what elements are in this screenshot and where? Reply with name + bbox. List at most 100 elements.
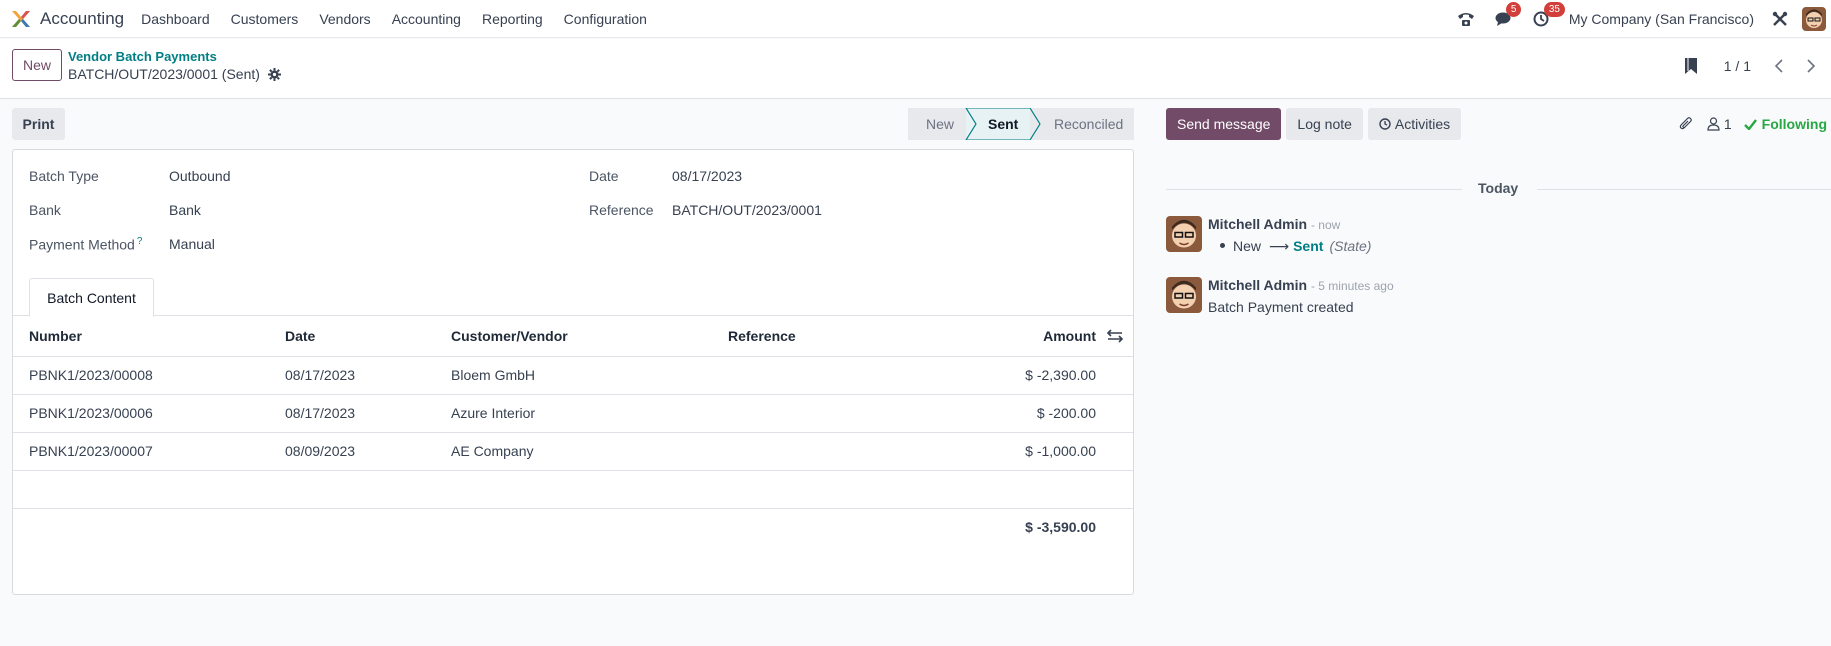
new-record-button[interactable]: New <box>12 49 62 81</box>
menu-vendors[interactable]: Vendors <box>319 11 370 27</box>
print-button[interactable]: Print <box>12 108 65 140</box>
optional-columns-icon[interactable] <box>1106 329 1124 346</box>
activities-badge: 35 <box>1543 2 1565 17</box>
activities-clock-icon[interactable]: 35 <box>1533 2 1565 27</box>
message-body: Batch Payment created <box>1208 299 1354 315</box>
column-header-reference[interactable]: Reference <box>712 316 912 356</box>
following-button[interactable]: Following <box>1743 116 1827 132</box>
pager-previous-button[interactable] <box>1765 53 1793 79</box>
date-value[interactable]: 08/17/2023 <box>672 168 742 184</box>
bank-value[interactable]: Bank <box>169 202 201 218</box>
stage-new[interactable]: New <box>908 108 966 140</box>
pager: 1 / 1 <box>1684 53 1831 79</box>
activities-button[interactable]: Activities <box>1367 108 1462 140</box>
tracking-new-value: Sent <box>1293 238 1324 254</box>
chevron-left-icon <box>1774 59 1783 73</box>
app-title: Accounting <box>40 8 125 28</box>
message-author[interactable]: Mitchell Admin - now <box>1208 216 1340 232</box>
cell-date: 08/09/2023 <box>269 431 435 470</box>
cell-amount: $ -1,000.00 <box>912 431 1133 470</box>
author-name: Mitchell Admin <box>1208 216 1308 232</box>
cell-reference <box>712 431 912 470</box>
arrow-right-icon: ⟶ <box>1269 238 1290 254</box>
cell-partner: AE Company <box>435 431 712 470</box>
send-message-button[interactable]: Send message <box>1166 108 1282 140</box>
menu-reporting[interactable]: Reporting <box>482 11 543 27</box>
menu-dashboard[interactable]: Dashboard <box>141 11 210 27</box>
main-menu: Dashboard Customers Vendors Accounting R… <box>141 11 668 27</box>
app-logo-icon <box>12 10 30 27</box>
form-statusbar: Print New Sent Reconciled <box>12 108 1134 140</box>
chatter-message: Mitchell Admin - now New ⟶ Sent (State) <box>1166 216 1766 256</box>
tracking-value: New ⟶ Sent (State) <box>1208 238 1371 255</box>
payment-method-value[interactable]: Manual <box>169 236 215 252</box>
column-header-amount[interactable]: Amount <box>912 316 1133 356</box>
reference-value[interactable]: BATCH/OUT/2023/0001 <box>672 202 822 218</box>
app-brand[interactable]: Accounting <box>10 8 124 30</box>
total-amount: $ -3,590.00 <box>912 507 1133 546</box>
phone-icon[interactable] <box>1457 11 1475 27</box>
menu-configuration[interactable]: Configuration <box>564 11 647 27</box>
payment-method-label-text: Payment Method <box>29 236 135 253</box>
help-tooltip-icon[interactable]: ? <box>137 236 143 247</box>
tracking-field-name: (State) <box>1329 238 1372 254</box>
cell-number: PBNK1/2023/00008 <box>13 355 269 394</box>
pager-next-button[interactable] <box>1797 53 1825 79</box>
reference-label: Reference <box>589 202 654 218</box>
chatter-actions: Send message Log note Activities <box>1166 108 1466 140</box>
payment-method-label: Payment Method? <box>29 236 142 253</box>
followers-count: 1 <box>1723 116 1732 132</box>
followers-button[interactable]: 1 <box>1707 116 1732 132</box>
tracking-old-value: New <box>1233 238 1262 254</box>
table-total-row: $ -3,590.00 <box>13 507 1133 546</box>
message-time: - 5 minutes ago <box>1310 279 1394 293</box>
status-stages: New Sent Reconciled <box>908 108 1134 140</box>
author-avatar[interactable] <box>1166 216 1202 252</box>
chatter-message: Mitchell Admin - 5 minutes ago Batch Pay… <box>1166 277 1766 317</box>
gear-icon[interactable] <box>267 67 281 81</box>
empty-table-row <box>13 469 1133 508</box>
column-header-number[interactable]: Number <box>13 316 269 356</box>
author-avatar[interactable] <box>1166 277 1202 313</box>
batch-lines-table: Number Date Customer/Vendor Reference Am… <box>13 316 1133 546</box>
log-note-button[interactable]: Log note <box>1286 108 1363 140</box>
clock-icon <box>1379 118 1391 130</box>
tools-icon[interactable] <box>1772 11 1788 27</box>
date-separator: Today <box>1166 180 1831 198</box>
table-row[interactable]: PBNK1/2023/00007 08/09/2023 AE Company $… <box>13 431 1133 470</box>
messages-badge: 5 <box>1505 2 1522 17</box>
user-avatar[interactable] <box>1802 7 1826 31</box>
cell-amount: $ -200.00 <box>912 393 1133 432</box>
activities-button-label: Activities <box>1394 116 1451 132</box>
bookmark-icon[interactable] <box>1684 57 1698 75</box>
batch-type-value[interactable]: Outbound <box>169 168 231 184</box>
table-row[interactable]: PBNK1/2023/00008 08/17/2023 Bloem GmbH $… <box>13 355 1133 394</box>
separator-line-left <box>1166 189 1462 190</box>
date-label: Date <box>589 168 619 184</box>
messages-icon[interactable]: 5 <box>1495 2 1522 27</box>
table-header-row: Number Date Customer/Vendor Reference Am… <box>13 316 1133 356</box>
stage-reconciled[interactable]: Reconciled <box>1030 108 1134 140</box>
company-switcher[interactable]: My Company (San Francisco) <box>1569 11 1754 27</box>
table-row[interactable]: PBNK1/2023/00006 08/17/2023 Azure Interi… <box>13 393 1133 432</box>
check-icon <box>1743 118 1757 130</box>
breadcrumb-current-label: BATCH/OUT/2023/0001 (Sent) <box>68 66 260 82</box>
top-navbar: Accounting Dashboard Customers Vendors A… <box>0 0 1831 38</box>
form-sheet: Batch Type Outbound Bank Bank Payment Me… <box>12 149 1134 595</box>
separator-label: Today <box>1478 180 1519 196</box>
chatter-topbar-right: 1 Following <box>1679 108 1831 140</box>
menu-accounting[interactable]: Accounting <box>392 11 461 27</box>
cell-number: PBNK1/2023/00006 <box>13 393 269 432</box>
column-header-date[interactable]: Date <box>269 316 435 356</box>
pager-value[interactable]: 1 / 1 <box>1724 58 1751 74</box>
stage-sent[interactable]: Sent <box>966 108 1030 140</box>
tab-batch-content[interactable]: Batch Content <box>29 278 154 317</box>
column-header-partner[interactable]: Customer/Vendor <box>435 316 712 356</box>
message-author[interactable]: Mitchell Admin - 5 minutes ago <box>1208 277 1394 293</box>
paperclip-icon[interactable] <box>1679 116 1693 132</box>
breadcrumb-parent-link[interactable]: Vendor Batch Payments <box>68 49 217 64</box>
menu-customers[interactable]: Customers <box>231 11 299 27</box>
control-panel: New Vendor Batch Payments BATCH/OUT/2023… <box>0 39 1831 99</box>
batch-type-label: Batch Type <box>29 168 99 184</box>
notebook-tabs: Batch Content <box>13 278 1133 317</box>
